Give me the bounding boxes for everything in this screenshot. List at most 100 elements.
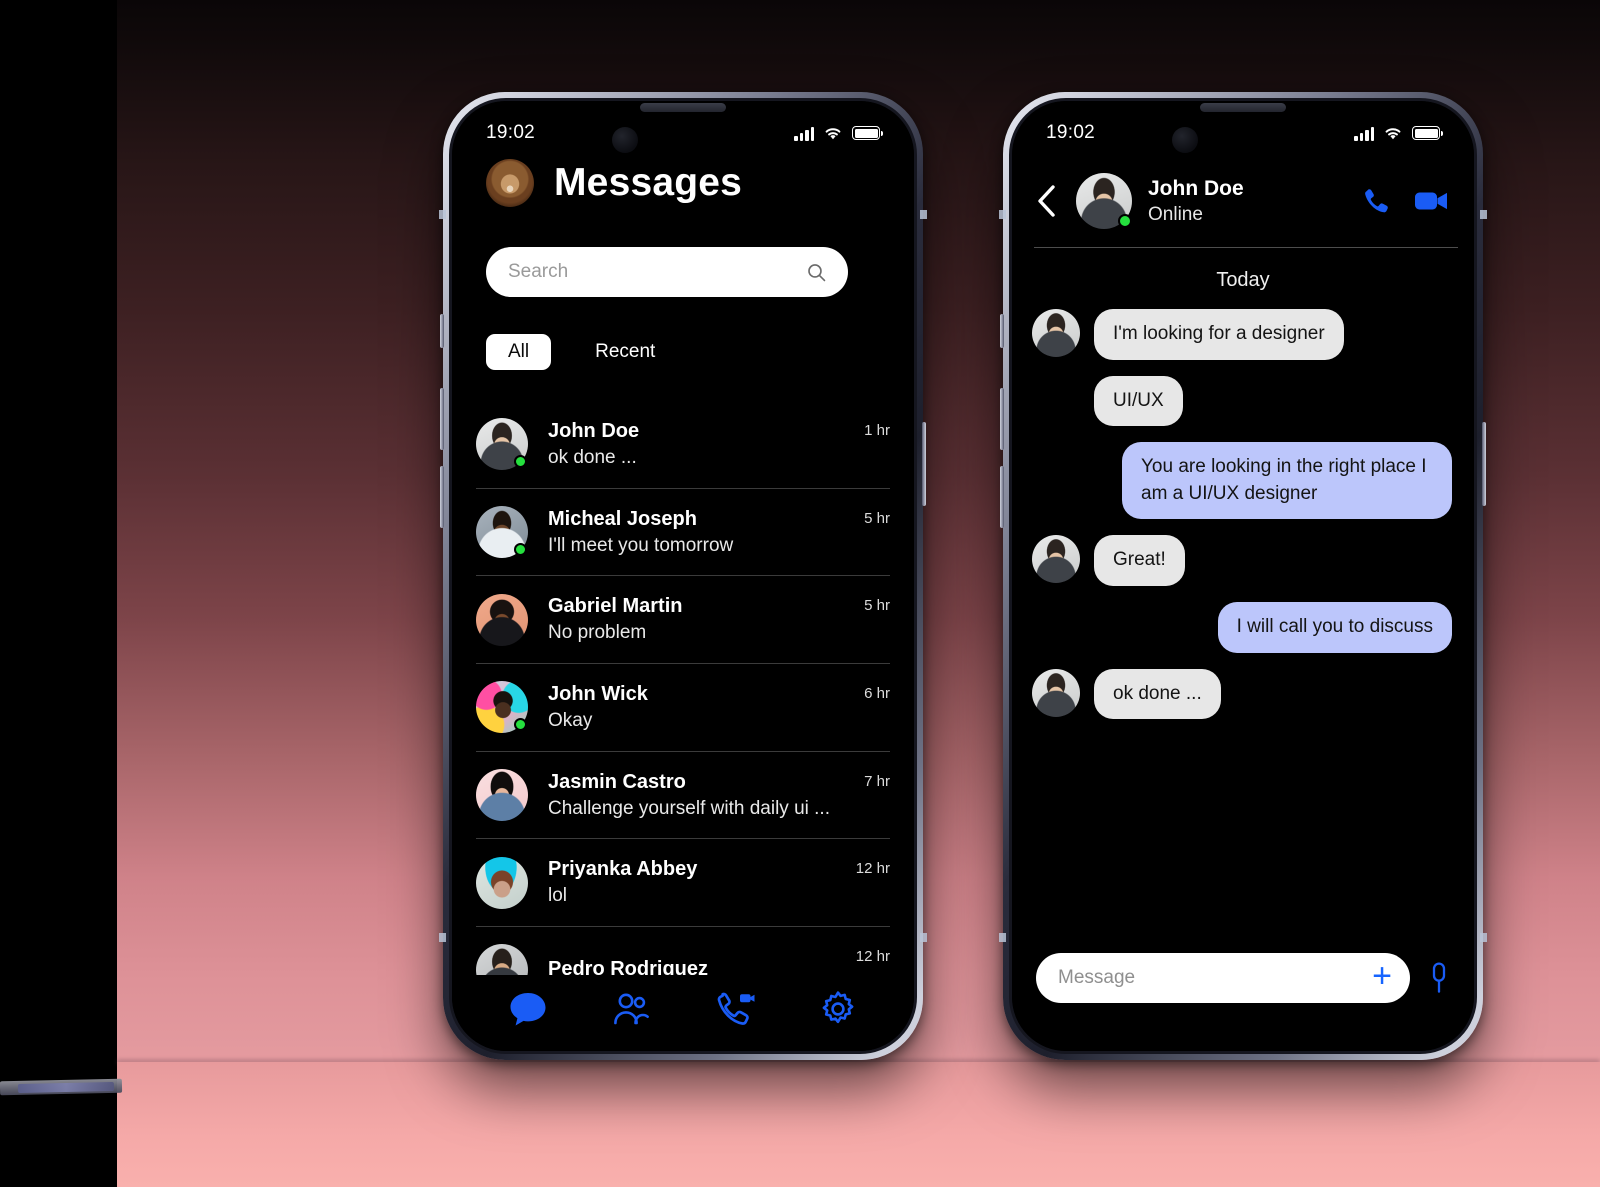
avatar-image <box>476 593 528 646</box>
conversation-row[interactable]: Gabriel Martin No problem 5 hr <box>476 576 890 664</box>
avatar-image <box>476 768 528 821</box>
message-bubble-incoming[interactable]: ok done ... <box>1094 668 1221 720</box>
phone-device-right: 19:02 John Doe Online Today I'm looking … <box>999 92 1487 1060</box>
message-row: ok done ... <box>1032 668 1452 720</box>
battery-full-icon-2 <box>1412 126 1443 140</box>
message-bubble-incoming[interactable]: UI/UX <box>1094 375 1183 427</box>
tab-recent[interactable]: Recent <box>573 334 677 370</box>
contact-avatar[interactable] <box>1076 173 1132 229</box>
message-bubble-outgoing[interactable]: I will call you to discuss <box>1217 601 1452 653</box>
conversation-text: John Doe ok done ... <box>548 418 844 471</box>
messages-header: Messages <box>486 159 742 207</box>
conversation-timestamp: 6 hr <box>864 684 890 702</box>
message-thread[interactable]: I'm looking for a designer UI/UX You are l… <box>1032 309 1452 921</box>
avatar[interactable] <box>476 418 528 471</box>
status-bar-time: 19:02 <box>486 122 536 143</box>
conversation-name: Gabriel Martin <box>548 595 683 618</box>
video-call-icon[interactable] <box>714 991 756 1027</box>
conversation-row[interactable]: Priyanka Abbey lol 12 hr <box>476 839 890 927</box>
volume-down-button-right-device[interactable] <box>1000 466 1004 528</box>
volume-down-button[interactable] <box>440 466 444 528</box>
status-bar-2: 19:02 <box>1012 119 1474 147</box>
message-row: I'm looking for a designer <box>1032 309 1452 360</box>
contact-name: John Doe <box>1148 176 1244 200</box>
conversation-text: John Wick Okay <box>548 681 844 734</box>
phone-device-left: 19:02 Messages Search All Recent John Do… <box>439 92 927 1060</box>
avatar[interactable] <box>476 593 528 646</box>
wifi-icon <box>825 127 841 139</box>
online-status-dot <box>514 542 527 556</box>
video-camera-icon[interactable] <box>1414 189 1448 213</box>
conversation-row[interactable]: John Doe ok done ... 1 hr <box>476 401 890 489</box>
back-chevron-icon[interactable] <box>1034 184 1060 218</box>
conversation-name: Micheal Joseph <box>548 507 697 530</box>
conversation-row[interactable]: Pedro Rodriguez 12 hr <box>476 927 890 981</box>
message-composer: + <box>1036 953 1452 1003</box>
conversation-row[interactable]: Jasmin Castro Challenge yourself with dai… <box>476 752 890 840</box>
status-bar: 19:02 <box>452 119 914 147</box>
contacts-icon[interactable] <box>611 992 651 1026</box>
lion-avatar[interactable] <box>486 159 534 207</box>
message-bubble-incoming[interactable]: Great! <box>1094 535 1185 586</box>
conversation-timestamp: 5 hr <box>864 597 890 615</box>
conversation-text: Jasmin Castro Challenge yourself with dai… <box>548 769 844 822</box>
phone-call-icon[interactable] <box>1362 187 1390 215</box>
conversation-preview: I'll meet you tomorrow <box>548 534 734 556</box>
antenna-band-left <box>439 210 446 219</box>
chat-bubble-icon[interactable] <box>508 991 548 1027</box>
nav-settings-tab[interactable] <box>815 988 861 1030</box>
microphone-icon[interactable] <box>1426 961 1452 995</box>
online-status-dot <box>514 455 527 469</box>
conversation-list[interactable]: John Doe ok done ... 1 hr Micheal Joseph I'l… <box>476 401 890 981</box>
message-bubble-outgoing[interactable]: You are looking in the right place I am … <box>1122 442 1452 520</box>
nav-messages-tab[interactable] <box>505 988 551 1030</box>
avatar-image <box>476 856 528 909</box>
nav-contacts-tab[interactable] <box>608 988 654 1030</box>
avatar[interactable] <box>476 768 528 821</box>
front-camera-2 <box>1172 127 1198 153</box>
message-avatar <box>1032 535 1080 584</box>
silent-switch-right-device[interactable] <box>1000 314 1004 348</box>
message-input-pill[interactable]: + <box>1036 953 1410 1003</box>
silent-switch[interactable] <box>440 314 444 348</box>
cellular-bars-icon <box>794 126 814 141</box>
antenna-band-right-bottom <box>920 933 927 942</box>
chat-header: John Doe Online <box>1012 161 1474 241</box>
message-input[interactable] <box>1058 967 1308 989</box>
message-avatar <box>1032 668 1080 717</box>
conversation-row[interactable]: John Wick Okay 6 hr <box>476 664 890 752</box>
search-input[interactable] <box>508 261 768 283</box>
nav-calls-tab[interactable] <box>712 988 758 1030</box>
contact-status: Online <box>1148 203 1203 225</box>
conversation-row[interactable]: Micheal Joseph I'll meet you tomorrow 5 hr <box>476 489 890 577</box>
avatar[interactable] <box>476 856 528 909</box>
backdrop-floor <box>117 1062 1600 1187</box>
volume-up-button-right-device[interactable] <box>1000 388 1004 450</box>
power-button[interactable] <box>922 422 926 506</box>
message-row: UI/UX <box>1032 375 1452 427</box>
conversation-timestamp: 12 hr <box>855 947 890 965</box>
power-button-right-device[interactable] <box>1482 422 1486 506</box>
conversation-preview: Challenge yourself with daily ui ... <box>548 797 830 819</box>
search-icon[interactable] <box>807 263 826 282</box>
antenna-band-left-2 <box>999 210 1006 219</box>
conversation-text: Gabriel Martin No problem <box>548 593 844 646</box>
day-separator-label: Today <box>1216 269 1270 291</box>
avatar[interactable] <box>476 505 528 558</box>
avatar[interactable] <box>476 681 528 734</box>
message-bubble-incoming[interactable]: I'm looking for a designer <box>1094 309 1344 360</box>
plus-icon[interactable]: + <box>1372 959 1392 993</box>
front-camera <box>612 127 638 153</box>
conversation-name: John Doe <box>548 420 640 442</box>
conversation-name: John Wick <box>548 682 648 705</box>
screen-chat-thread: 19:02 John Doe Online Today I'm looking … <box>1012 101 1474 1051</box>
tab-all[interactable]: All <box>486 334 552 370</box>
conversation-preview: lol <box>548 885 568 907</box>
search-bar[interactable] <box>486 247 848 297</box>
bottom-navigation <box>452 975 914 1051</box>
settings-gear-icon[interactable] <box>819 990 857 1028</box>
conversation-name: Priyanka Abbey <box>548 858 698 881</box>
conversation-preview: ok done ... <box>548 447 637 468</box>
earpiece-speaker-2 <box>1200 103 1286 112</box>
volume-up-button[interactable] <box>440 388 444 450</box>
